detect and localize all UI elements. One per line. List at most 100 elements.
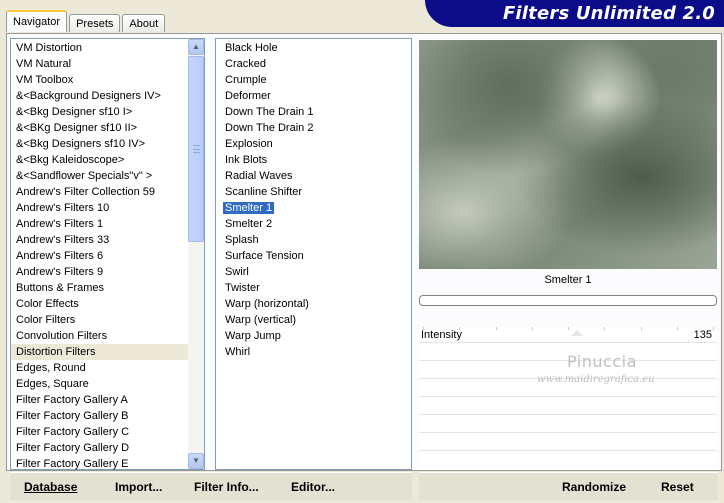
category-item[interactable]: Filter Factory Gallery B <box>11 408 189 424</box>
slider-tick <box>496 327 497 330</box>
grip-icon <box>193 145 200 153</box>
filter-items: Black Hole Cracked Crumple Deformer Down The… <box>216 40 411 360</box>
import-button[interactable]: Import... <box>115 479 162 495</box>
scroll-down-button[interactable]: ▼ <box>188 453 204 469</box>
filter-item-label: Explosion <box>225 138 273 150</box>
category-item[interactable]: &<Bkg Designers sf10 IV> <box>11 136 189 152</box>
filter-preview <box>419 40 717 269</box>
filter-info-button[interactable]: Filter Info... <box>194 479 259 495</box>
category-item[interactable]: &<Bkg Designer sf10 I> <box>11 104 189 120</box>
slider-tick <box>677 327 678 330</box>
scroll-up-button[interactable]: ▲ <box>188 39 204 55</box>
category-item[interactable]: Edges, Round <box>11 360 189 376</box>
filter-item-label: Smelter 2 <box>225 218 273 230</box>
category-item[interactable]: Filter Factory Gallery E <box>11 456 189 472</box>
filter-item-label: Warp Jump <box>225 330 281 342</box>
category-item[interactable]: VM Toolbox <box>11 72 189 88</box>
filter-item-label: Down The Drain 1 <box>225 106 314 118</box>
parameter-panel: Intensity 135 <box>419 327 717 467</box>
filter-item[interactable]: Down The Drain 2 <box>216 120 411 136</box>
category-item[interactable]: Convolution Filters <box>11 328 189 344</box>
filter-item-label: Ink Blots <box>225 154 268 166</box>
filter-item-label: Smelter 1 <box>223 202 275 214</box>
slider-tick <box>713 327 714 330</box>
reset-button[interactable]: Reset <box>661 479 694 495</box>
category-item[interactable]: Filter Factory Gallery C <box>11 424 189 440</box>
filter-item[interactable]: Warp (horizontal) <box>216 296 411 312</box>
category-item[interactable]: Andrew's Filters 1 <box>11 216 189 232</box>
slider-thumb[interactable] <box>571 330 583 336</box>
filter-item-label: Warp (vertical) <box>225 314 297 326</box>
category-item[interactable]: Andrew's Filters 9 <box>11 264 189 280</box>
filter-item[interactable]: Smelter 1 <box>216 200 411 216</box>
progress-bar <box>419 295 717 306</box>
filter-item[interactable]: Warp Jump <box>216 328 411 344</box>
category-item[interactable]: Filter Factory Gallery A <box>11 392 189 408</box>
category-item[interactable]: &<Background Designers IV> <box>11 88 189 104</box>
category-item[interactable]: Andrew's Filters 33 <box>11 232 189 248</box>
scroll-thumb[interactable] <box>188 56 204 242</box>
category-item[interactable]: Color Filters <box>11 312 189 328</box>
database-label: Database <box>24 480 78 494</box>
filter-item[interactable]: Warp (vertical) <box>216 312 411 328</box>
category-list[interactable]: VM Distortion VM Natural VM Toolbox &<Backg… <box>10 38 205 470</box>
filter-list[interactable]: Black Hole Cracked Crumple Deformer Down The… <box>215 38 412 470</box>
database-button[interactable]: Database <box>24 479 77 495</box>
filter-item-label: Cracked <box>225 58 266 70</box>
filter-item-label: Radial Waves <box>225 170 293 182</box>
filter-item[interactable]: Cracked <box>216 56 411 72</box>
tab-presets[interactable]: Presets <box>69 14 121 32</box>
filter-item-label: Surface Tension <box>225 250 304 262</box>
category-item[interactable]: &<BKg Designer sf10 II> <box>11 120 189 136</box>
filter-item[interactable]: Radial Waves <box>216 168 411 184</box>
category-item[interactable]: Buttons & Frames <box>11 280 189 296</box>
category-item[interactable]: Edges, Square <box>11 376 189 392</box>
param-row-empty <box>419 397 717 415</box>
editor-button[interactable]: Editor... <box>291 479 335 495</box>
randomize-button[interactable]: Randomize <box>562 479 626 495</box>
watermark-name: Pinuccia <box>567 352 637 371</box>
category-item[interactable]: Andrew's Filter Collection 59 <box>11 184 189 200</box>
filter-item-label: Whirl <box>225 346 251 358</box>
filter-item[interactable]: Crumple <box>216 72 411 88</box>
filter-item-label: Swirl <box>225 266 249 278</box>
filter-item-label: Crumple <box>225 74 267 86</box>
filter-item[interactable]: Down The Drain 1 <box>216 104 411 120</box>
category-item[interactable]: Andrew's Filters 10 <box>11 200 189 216</box>
intensity-slider[interactable] <box>419 327 717 336</box>
filter-item[interactable]: Surface Tension <box>216 248 411 264</box>
param-row-empty <box>419 415 717 433</box>
category-items: VM Distortion VM Natural VM Toolbox &<Backg… <box>11 40 189 472</box>
filter-item-label: Twister <box>225 282 260 294</box>
filter-item[interactable]: Smelter 2 <box>216 216 411 232</box>
category-item[interactable]: &<Bkg Kaleidoscope> <box>11 152 189 168</box>
filter-item-label: Warp (horizontal) <box>225 298 309 310</box>
filter-item[interactable]: Ink Blots <box>216 152 411 168</box>
filter-item[interactable]: Deformer <box>216 88 411 104</box>
category-item[interactable]: &<Sandflower Specials"v" > <box>11 168 189 184</box>
category-item[interactable]: VM Natural <box>11 56 189 72</box>
filter-item[interactable]: Black Hole <box>216 40 411 56</box>
slider-tick <box>423 327 424 330</box>
filter-item[interactable]: Swirl <box>216 264 411 280</box>
tab-about[interactable]: About <box>122 14 166 32</box>
filter-item[interactable]: Scanline Shifter <box>216 184 411 200</box>
category-scrollbar[interactable]: ▲ ▼ <box>188 39 204 469</box>
tab-bar: Navigator Presets About <box>6 10 167 32</box>
category-item[interactable]: Andrew's Filters 6 <box>11 248 189 264</box>
filter-item[interactable]: Twister <box>216 280 411 296</box>
category-item[interactable]: Distortion Filters <box>11 344 189 360</box>
category-item[interactable]: VM Distortion <box>11 40 189 56</box>
category-item[interactable]: Filter Factory Gallery D <box>11 440 189 456</box>
preview-caption: Smelter 1 <box>544 274 592 286</box>
filter-item[interactable]: Whirl <box>216 344 411 360</box>
filter-item[interactable]: Splash <box>216 232 411 248</box>
slider-tick <box>604 327 605 330</box>
filter-item-label: Black Hole <box>225 42 278 54</box>
filter-item-label: Splash <box>225 234 259 246</box>
category-item[interactable]: Color Effects <box>11 296 189 312</box>
tab-navigator[interactable]: Navigator <box>6 10 68 32</box>
app-title: Filters Unlimited 2.0 <box>502 3 715 24</box>
filter-item-label: Scanline Shifter <box>225 186 303 198</box>
filter-item[interactable]: Explosion <box>216 136 411 152</box>
